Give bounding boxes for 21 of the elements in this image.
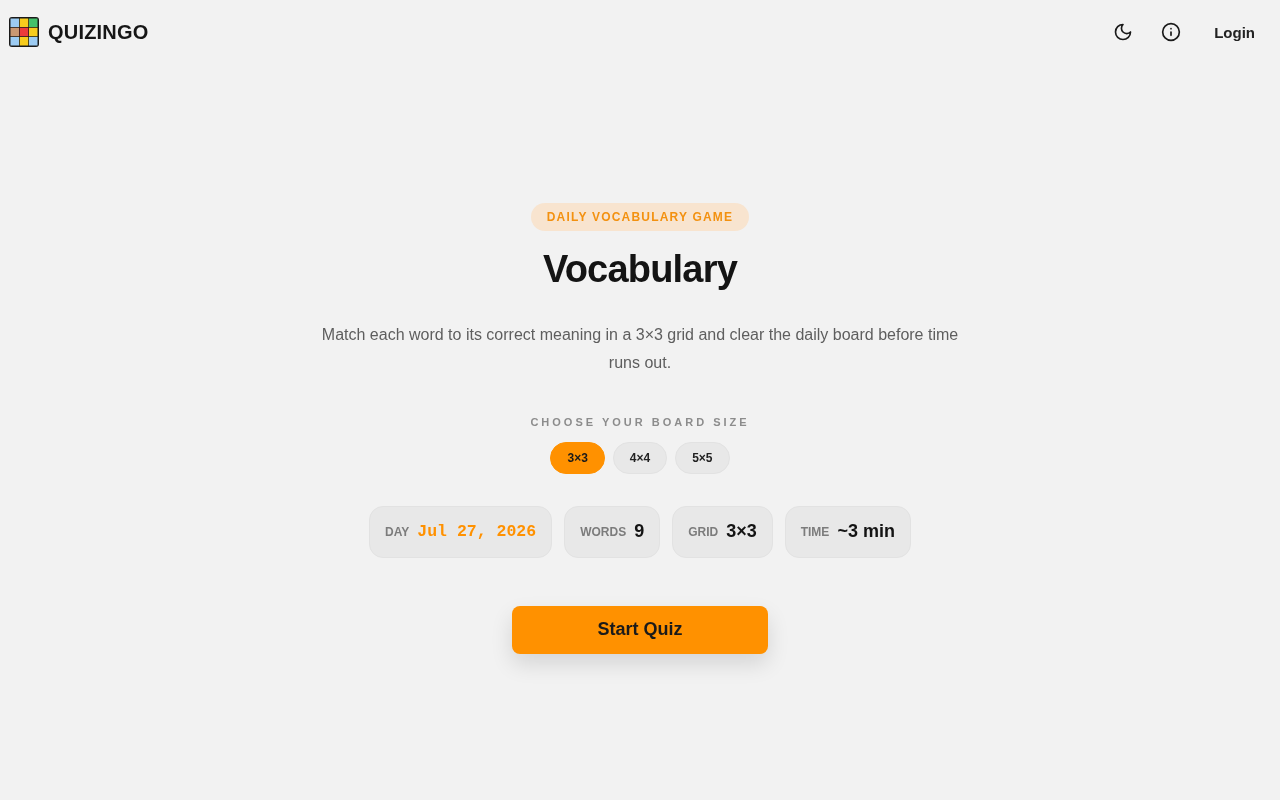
stat-value: ~3 min bbox=[837, 521, 895, 542]
logo-icon bbox=[8, 16, 40, 48]
stat-label: DAY bbox=[385, 524, 410, 539]
brand-name: QUIZINGO bbox=[48, 20, 149, 44]
board-size-option[interactable]: 4×4 bbox=[612, 441, 668, 474]
board-size-option[interactable]: 3×3 bbox=[550, 441, 605, 474]
stat-value: Jul 27, 2026 bbox=[417, 522, 537, 541]
board-size-option[interactable]: 5×5 bbox=[675, 441, 730, 474]
page-title: Vocabulary bbox=[542, 246, 737, 292]
description-text: Match each word to its correct meaning in a 3×3 grid and clear the daily board before time runs out. bbox=[320, 324, 960, 373]
start-quiz-button[interactable]: Start Quiz bbox=[512, 605, 768, 654]
login-button[interactable]: Login bbox=[1205, 15, 1264, 49]
category-badge: DAILY VOCABULARY GAME bbox=[530, 202, 750, 231]
stat-value: 9 bbox=[634, 521, 645, 542]
info-icon bbox=[1161, 22, 1182, 42]
stat-label: GRID bbox=[688, 524, 719, 539]
board-size-label: CHOOSE YOUR BOARD SIZE bbox=[530, 414, 750, 429]
stat-label: WORDS bbox=[580, 524, 627, 539]
stat-label: TIME bbox=[800, 524, 830, 539]
stat-value: 3×3 bbox=[726, 521, 757, 542]
moon-icon bbox=[1113, 22, 1134, 42]
